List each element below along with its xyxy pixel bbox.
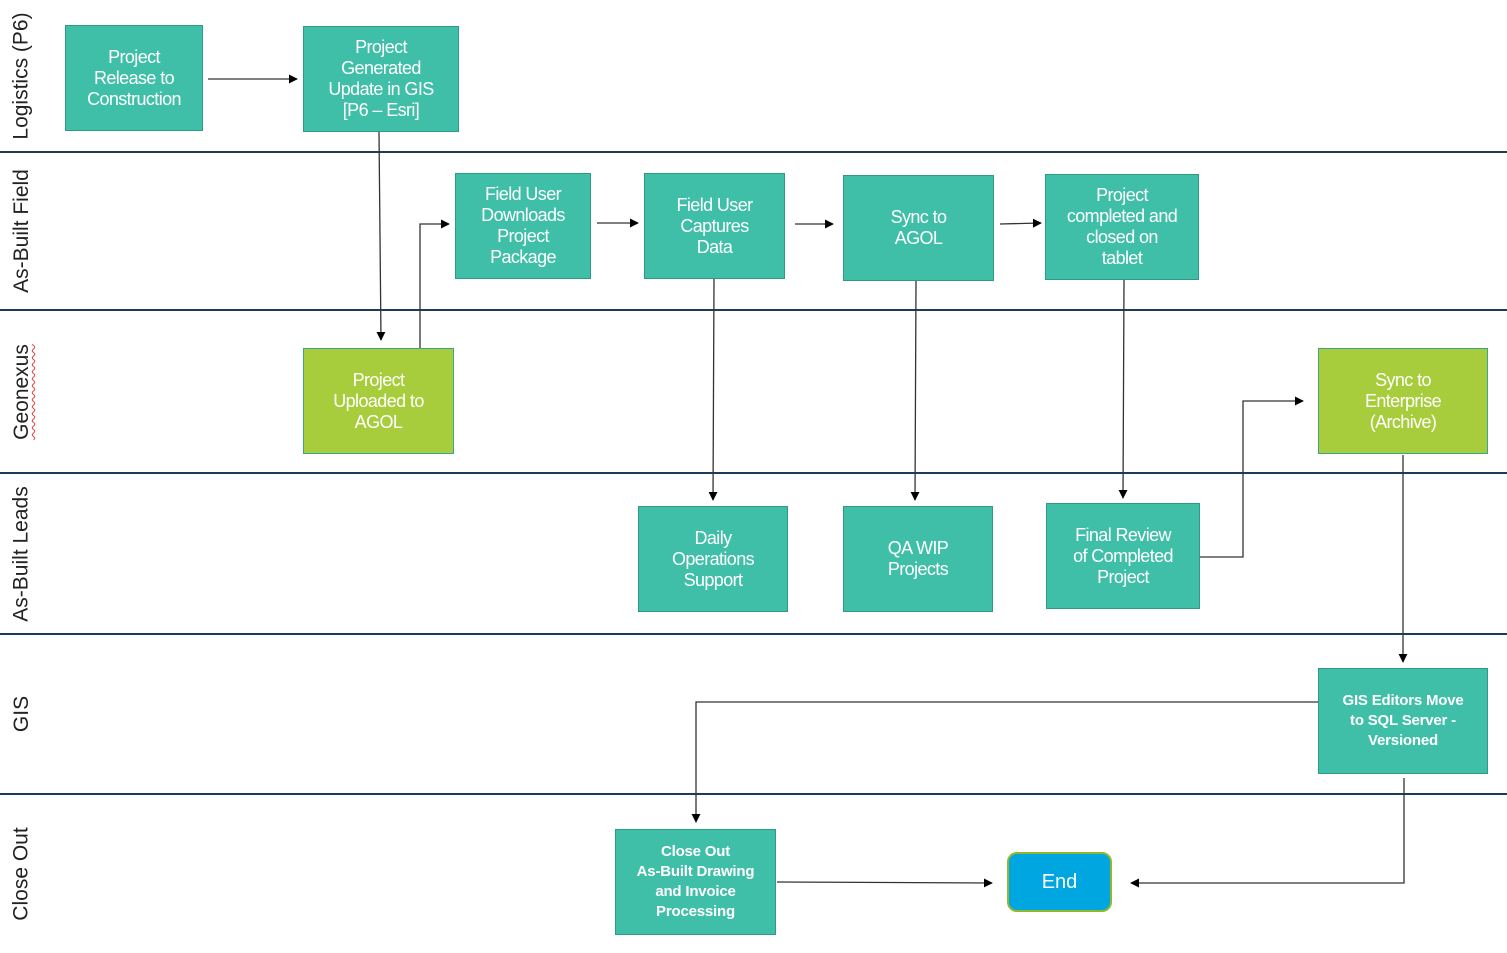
node-label: Sync to AGOL — [890, 207, 947, 248]
edge-sync-to-qa-wip — [910, 280, 920, 501]
node-field-user-downloads: Field User Downloads Project Package — [455, 173, 591, 279]
node-label: Final Review of Completed Project — [1073, 524, 1173, 587]
edge-closeout-to-end — [776, 878, 993, 888]
node-project-uploaded: Project Uploaded to AGOL — [303, 348, 454, 454]
node-sync-to-enterprise: Sync to Enterprise (Archive) — [1318, 348, 1488, 454]
node-label: Field User Captures Data — [676, 194, 753, 257]
node-label: Project Uploaded to AGOL — [333, 369, 424, 432]
node-final-review: Final Review of Completed Project — [1046, 503, 1200, 609]
node-label: End — [1041, 870, 1078, 893]
node-label: GIS Editors Move to SQL Server - Version… — [1342, 692, 1464, 749]
node-daily-operations: Daily Operations Support — [638, 506, 788, 612]
edge-uploaded-to-downloads — [419, 219, 450, 348]
edge-generated-to-uploaded — [376, 131, 386, 341]
node-label: Project completed and closed on tablet — [1066, 185, 1178, 268]
node-project-release: Project Release to Construction — [65, 25, 203, 131]
node-label: Project Generated Update in GIS [P6 – Es… — [328, 37, 434, 120]
node-label: Project Release to Construction — [87, 46, 181, 109]
connectors-layer — [208, 74, 1408, 888]
node-close-out-processing: Close Out As-Built Drawing and Invoice P… — [615, 829, 776, 935]
node-field-user-captures: Field User Captures Data — [644, 173, 785, 279]
node-project-completed: Project completed and closed on tablet — [1045, 174, 1199, 280]
edge-completed-to-final-review — [1118, 279, 1128, 499]
edge-final-review-to-sync-enterprise — [1200, 396, 1304, 558]
node-label: Sync to Enterprise (Archive) — [1364, 369, 1442, 432]
node-project-generated-update: Project Generated Update in GIS [P6 – Es… — [303, 26, 459, 132]
node-gis-editors-move: GIS Editors Move to SQL Server - Version… — [1318, 668, 1488, 774]
node-label: Daily Operations Support — [671, 527, 755, 590]
node-end-terminal: End — [1007, 852, 1112, 912]
node-label: QA WIP Projects — [887, 538, 949, 579]
node-label: Close Out As-Built Drawing and Invoice P… — [636, 843, 755, 920]
edge-gis-editors-to-end — [1130, 778, 1405, 888]
edge-captures-to-daily-ops — [708, 278, 718, 501]
node-sync-to-agol: Sync to AGOL — [843, 175, 994, 281]
node-label: Field User Downloads Project Package — [481, 184, 565, 267]
edge-gis-editors-to-closeout — [691, 701, 1318, 823]
node-qa-wip-projects: QA WIP Projects — [843, 506, 993, 612]
edge-sync-to-completed — [999, 218, 1042, 228]
